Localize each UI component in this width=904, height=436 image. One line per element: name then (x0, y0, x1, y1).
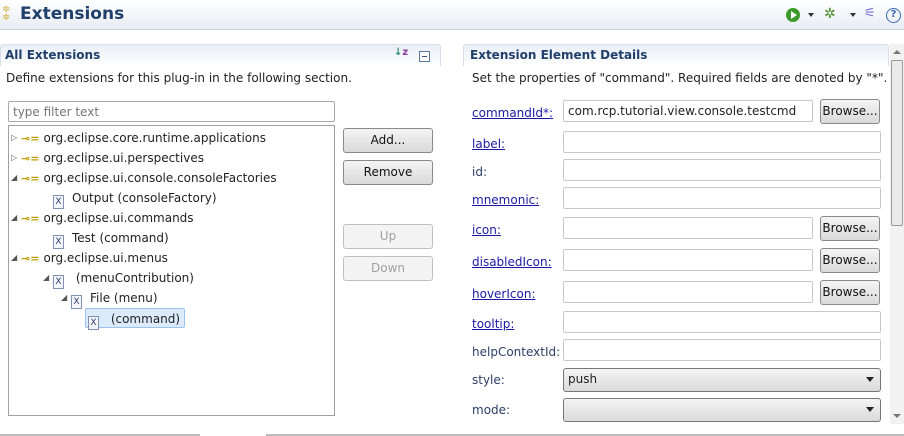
plugin-icon[interactable]: ⚟ (864, 6, 876, 21)
scroll-up-icon[interactable] (893, 50, 901, 54)
up-button[interactable]: Up (343, 224, 433, 249)
xml-element-icon: X (53, 195, 64, 209)
debug-dropdown-icon[interactable] (850, 13, 856, 17)
remove-button[interactable]: Remove (343, 160, 433, 185)
tree-item-label: org.eclipse.core.runtime.applications (43, 131, 266, 145)
browse-button[interactable]: Browse... (820, 280, 880, 305)
mode-select[interactable] (563, 398, 881, 422)
tree-item-label: Output (consoleFactory) (72, 191, 217, 205)
field-label: helpContextId: (472, 345, 561, 359)
scroll-down-icon[interactable] (893, 414, 901, 418)
expanded-arrow-icon[interactable]: ◢ (11, 248, 17, 268)
tree-item-label: org.eclipse.ui.menus (43, 251, 168, 265)
xml-element-icon: X (53, 275, 64, 289)
all-extensions-section-header: All Extensions ↓z (0, 44, 441, 66)
editor-header: ≑ ≑ Extensions ✲ ⚟ ? (0, 0, 904, 30)
tree-item[interactable]: ◢ ⊸= org.eclipse.ui.menus (11, 248, 168, 268)
expanded-arrow-icon[interactable]: ◢ (11, 208, 17, 228)
field-input[interactable]: com.rcp.tutorial.view.console.testcmd (563, 100, 813, 122)
details-description: Set the properties of "command". Require… (472, 71, 888, 85)
page-title: Extensions (20, 4, 125, 24)
field-input[interactable] (563, 281, 813, 303)
run-dropdown-icon[interactable] (808, 13, 814, 17)
field-label[interactable]: mnemonic: (472, 193, 539, 207)
field-input[interactable] (563, 311, 881, 333)
details-scrollbar[interactable] (890, 44, 904, 424)
tree-item[interactable]: X Output (consoleFactory) (53, 188, 217, 209)
tree-item-label: (menuContribution) (72, 271, 194, 285)
help-icon[interactable]: ? (886, 8, 901, 23)
extension-icon: ⊸= (21, 172, 40, 185)
collapse-all-icon[interactable] (419, 51, 430, 62)
section-title: All Extensions (5, 48, 101, 62)
field-label[interactable]: commandId*: (472, 106, 553, 120)
field-label: id: (472, 165, 487, 179)
extension-icon: ⊸= (21, 212, 40, 225)
scrollbar-thumb[interactable] (891, 60, 903, 226)
tree-item[interactable]: ◢ X File (menu) (61, 288, 158, 309)
tree-item-label: org.eclipse.ui.perspectives (43, 151, 204, 165)
chevron-down-icon (866, 407, 874, 412)
expanded-arrow-icon[interactable]: ◢ (43, 268, 49, 288)
section-title: Extension Element Details (470, 48, 648, 62)
style-select[interactable]: push (563, 368, 881, 392)
browse-button[interactable]: Browse... (820, 248, 880, 273)
field-label[interactable]: label: (472, 137, 505, 151)
run-icon[interactable] (786, 8, 800, 22)
field-input[interactable] (563, 131, 881, 153)
field-input[interactable] (563, 187, 881, 209)
tree-item[interactable]: X Test (command) (53, 228, 169, 249)
field-label[interactable]: disabledIcon: (472, 255, 552, 269)
chevron-down-icon (866, 377, 874, 382)
debug-icon[interactable]: ✲ (824, 6, 836, 22)
tree-item[interactable]: ◢ ⊸= org.eclipse.ui.console.consoleFactori… (11, 168, 277, 188)
field-input[interactable] (563, 249, 813, 271)
sort-alphabetically-icon[interactable]: ↓z (394, 47, 408, 58)
tree-item-label: org.eclipse.ui.commands (43, 211, 194, 225)
field-input[interactable] (563, 339, 881, 361)
tree-item-label: Test (command) (72, 231, 169, 245)
tree-item[interactable]: ◢ ⊸= org.eclipse.ui.commands (11, 208, 194, 228)
add-button[interactable]: Add... (343, 128, 433, 153)
tree-item[interactable]: ▷ ⊸= org.eclipse.ui.perspectives (11, 148, 204, 168)
tree-item-label: (command) (107, 312, 181, 326)
extension-icon: ⊸= (21, 132, 40, 145)
style-label: style: (472, 373, 505, 387)
extensions-tree[interactable]: ▷ ⊸= org.eclipse.core.runtime.applications… (8, 125, 335, 416)
expanded-arrow-icon[interactable]: ◢ (11, 168, 17, 188)
section-description: Define extensions for this plug-in in th… (6, 71, 352, 85)
extension-icon: ⊸= (21, 152, 40, 165)
element-details-section-header: Extension Element Details (463, 44, 889, 66)
browse-button[interactable]: Browse... (820, 99, 880, 124)
down-button[interactable]: Down (343, 256, 433, 281)
xml-element-icon: X (88, 316, 99, 330)
field-label[interactable]: icon: (472, 223, 501, 237)
mode-label: mode: (472, 403, 511, 417)
filter-input[interactable] (8, 101, 335, 122)
extensions-icon: ≑ ≑ (2, 4, 11, 23)
field-input[interactable] (563, 159, 881, 181)
field-label[interactable]: tooltip: (472, 317, 514, 331)
style-value: push (568, 372, 598, 386)
field-input[interactable] (563, 217, 813, 239)
xml-element-icon: X (53, 235, 64, 249)
collapsed-arrow-icon[interactable]: ▷ (11, 148, 17, 168)
tree-item[interactable]: ▷ ⊸= org.eclipse.core.runtime.applications (11, 128, 266, 148)
extension-icon: ⊸= (21, 252, 40, 265)
collapsed-arrow-icon[interactable]: ▷ (11, 128, 17, 148)
expanded-arrow-icon[interactable]: ◢ (61, 288, 67, 308)
browse-button[interactable]: Browse... (820, 216, 880, 241)
xml-element-icon: X (71, 295, 82, 309)
tree-item[interactable]: X (command) (85, 308, 186, 330)
tree-item[interactable]: ◢ X (menuContribution) (43, 268, 194, 289)
tree-item-label: org.eclipse.ui.console.consoleFactories (43, 171, 277, 185)
tree-item-label: File (menu) (90, 291, 158, 305)
field-label[interactable]: hoverIcon: (472, 287, 536, 301)
